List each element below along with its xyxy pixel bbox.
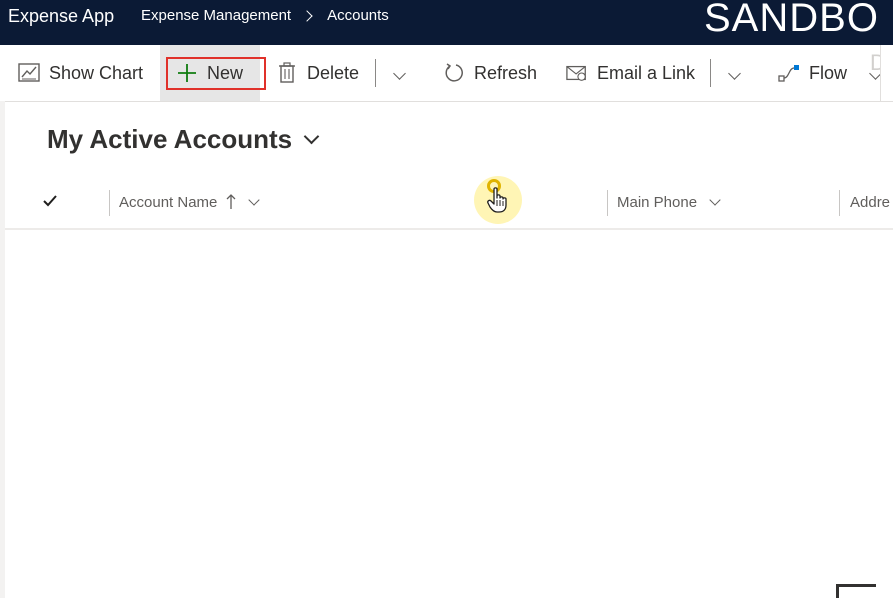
chart-icon [18, 62, 40, 84]
delete-button[interactable]: Delete [276, 45, 359, 101]
breadcrumb-item-accounts[interactable]: Accounts [327, 7, 389, 24]
hand-pointer-icon [486, 186, 510, 214]
chevron-right-icon [301, 9, 313, 22]
flow-button[interactable]: Flow [778, 45, 847, 101]
flow-label: Flow [809, 62, 848, 83]
email-link-icon [566, 62, 588, 84]
view-title: My Active Accounts [47, 124, 293, 154]
environment-banner: SANDBO [704, 0, 879, 40]
email-link-label: Email a Link [597, 62, 696, 83]
column-header-address[interactable]: Addre [850, 176, 890, 228]
breadcrumb-item-expense-management[interactable]: Expense Management [141, 7, 291, 24]
new-button-highlight [166, 57, 266, 90]
breadcrumb: Expense Management Accounts [141, 7, 389, 24]
select-all-checkmark-icon[interactable] [41, 192, 59, 210]
column-separator [607, 190, 608, 216]
refresh-button[interactable]: Refresh [443, 45, 537, 101]
show-chart-label: Show Chart [49, 62, 144, 83]
column-label: Main Phone [617, 193, 698, 211]
view-selector[interactable]: My Active Accounts [47, 124, 320, 155]
column-separator [109, 190, 110, 216]
command-bar: Show Chart New Delete Refresh Email a Li… [0, 45, 893, 102]
sort-ascending-icon [226, 194, 236, 210]
app-title[interactable]: Expense App [8, 6, 114, 27]
chevron-down-icon [709, 193, 721, 206]
column-separator [839, 190, 840, 216]
column-label: Account Name [119, 193, 218, 211]
delete-label: Delete [307, 62, 360, 83]
separator [710, 59, 711, 87]
chevron-down-icon [303, 128, 320, 145]
more-commands-dropdown[interactable] [384, 45, 414, 101]
trash-icon [276, 62, 298, 84]
column-header-account-name[interactable]: Account Name [119, 176, 261, 228]
chevron-down-icon [392, 66, 406, 80]
refresh-icon [443, 62, 465, 84]
command-bar-overflow-edge [880, 45, 893, 101]
email-options-dropdown[interactable] [719, 45, 749, 101]
separator [375, 59, 376, 87]
email-link-button[interactable]: Email a Link [566, 45, 695, 101]
top-navigation-bar: Expense App Expense Management Accounts … [0, 0, 893, 45]
flow-icon [778, 62, 800, 84]
grid-header: Account Name Main Phone Addre [5, 176, 893, 230]
grid-body[interactable] [5, 230, 893, 598]
column-label: Addre [850, 193, 891, 211]
page-corner-icon [836, 584, 876, 598]
chevron-down-icon [727, 66, 741, 80]
show-chart-button[interactable]: Show Chart [18, 45, 143, 101]
column-header-main-phone[interactable]: Main Phone [617, 176, 721, 228]
refresh-label: Refresh [474, 62, 538, 83]
chevron-down-icon [248, 193, 261, 206]
